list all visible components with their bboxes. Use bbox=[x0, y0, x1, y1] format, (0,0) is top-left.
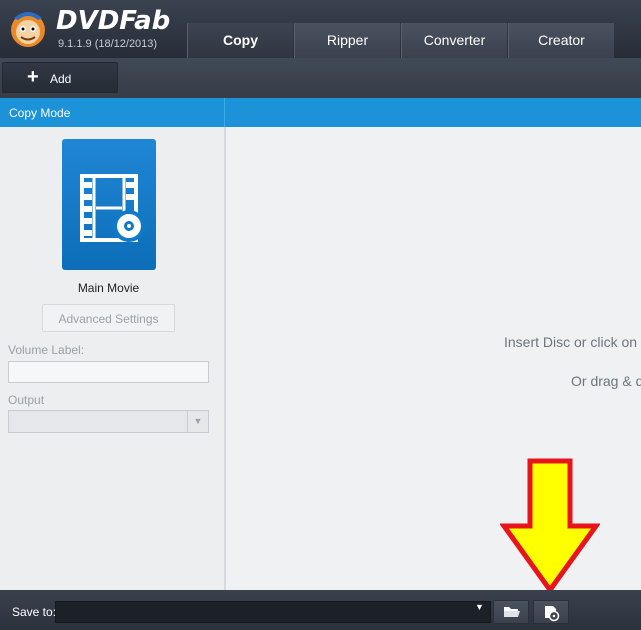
folder-open-icon bbox=[504, 607, 520, 617]
output-caption: Output bbox=[8, 393, 45, 407]
save-path-input[interactable] bbox=[55, 601, 491, 623]
film-disc-icon bbox=[80, 174, 145, 242]
app-version: 9.1.1.9 (18/12/2013) bbox=[58, 38, 158, 50]
tab-copy[interactable]: Copy bbox=[187, 23, 293, 58]
down-arrow-icon bbox=[500, 458, 600, 594]
insert-disc-instruction: Insert Disc or click on bbox=[504, 334, 638, 350]
plus-icon: + bbox=[27, 66, 39, 88]
main-movie-mode-tile[interactable] bbox=[62, 139, 156, 270]
volume-label-caption: Volume Label: bbox=[8, 343, 85, 357]
tab-ripper[interactable]: Ripper bbox=[294, 23, 400, 58]
header-divider bbox=[224, 98, 225, 127]
copy-mode-label: Copy Mode bbox=[9, 106, 71, 120]
app-logo-text: DVDFab bbox=[56, 6, 171, 36]
save-as-iso-button[interactable] bbox=[533, 600, 569, 624]
output-select[interactable]: ▼ bbox=[8, 410, 209, 433]
add-button[interactable]: + Add bbox=[2, 62, 118, 93]
tab-converter[interactable]: Converter bbox=[401, 23, 507, 58]
add-button-label: Add bbox=[50, 72, 72, 86]
tab-creator[interactable]: Creator bbox=[508, 23, 614, 58]
mode-header-bar bbox=[0, 98, 641, 127]
save-to-label: Save to: bbox=[12, 605, 57, 619]
volume-label-input[interactable] bbox=[8, 361, 209, 383]
iso-disc-icon bbox=[545, 606, 560, 622]
dvdfab-mascot-logo bbox=[11, 12, 45, 47]
save-path-dropdown-icon[interactable]: ▼ bbox=[475, 602, 484, 612]
drag-drop-instruction: Or drag & d bbox=[571, 373, 641, 389]
chevron-down-icon[interactable]: ▼ bbox=[187, 411, 208, 432]
browse-folder-button[interactable] bbox=[493, 600, 529, 624]
main-movie-label: Main Movie bbox=[77, 281, 140, 295]
advanced-settings-button[interactable]: Advanced Settings bbox=[42, 304, 175, 332]
